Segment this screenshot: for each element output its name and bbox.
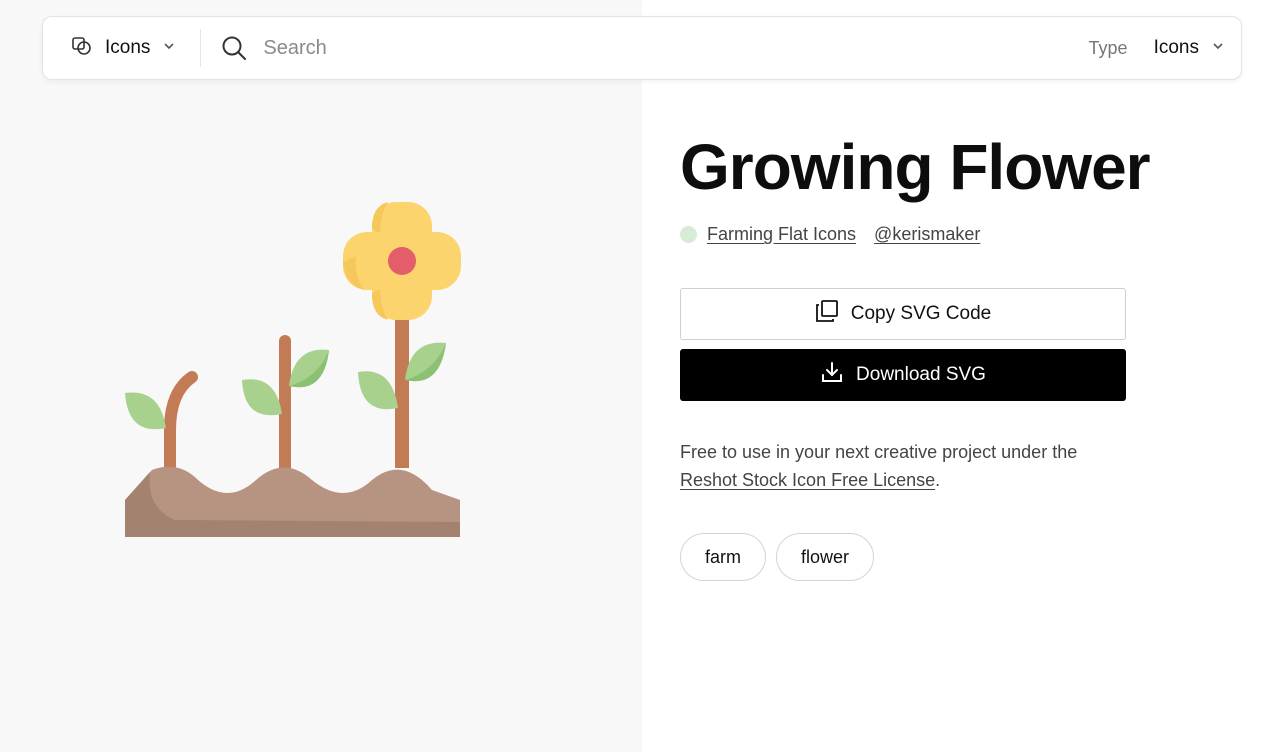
search-icon <box>221 35 247 61</box>
icon-title: Growing Flower <box>680 131 1151 203</box>
download-svg-label: Download SVG <box>856 364 986 385</box>
tag-list: farm flower <box>680 533 884 581</box>
copy-svg-label: Copy SVG Code <box>850 303 992 324</box>
copy-icon <box>815 299 851 329</box>
chevron-down-icon <box>162 39 176 58</box>
scope-label: Icons <box>105 37 151 58</box>
license-suffix: . <box>935 470 941 490</box>
tag-flower[interactable]: flower <box>776 533 875 581</box>
search-bar: Icons Type Icons <box>42 16 1242 80</box>
chevron-down-icon <box>1211 39 1225 58</box>
icon-meta: Farming Flat Icons @kerismaker <box>680 224 980 245</box>
leaf-4 <box>358 371 398 410</box>
license-intro: Free to use in your next creative projec… <box>680 442 1078 462</box>
icon-set-link[interactable]: Farming Flat Icons <box>707 224 856 245</box>
license-text: Free to use in your next creative projec… <box>680 438 1140 494</box>
type-select[interactable]: Icons <box>1154 37 1225 59</box>
copy-svg-button[interactable]: Copy SVG Code <box>680 288 1126 340</box>
tag-farm[interactable]: farm <box>680 533 766 581</box>
set-color-dot <box>680 226 697 243</box>
type-value: Icons <box>1153 37 1199 58</box>
type-filter: Type Icons <box>1089 37 1241 59</box>
license-link[interactable]: Reshot Stock Icon Free License <box>680 470 935 490</box>
shapes-icon <box>71 35 93 62</box>
search-divider <box>200 29 202 67</box>
download-icon <box>820 360 856 390</box>
leaf-2 <box>242 379 282 416</box>
type-label: Type <box>1088 37 1128 58</box>
growing-flower-illustration <box>125 202 461 537</box>
search-input[interactable] <box>261 35 966 61</box>
author-link[interactable]: @kerismaker <box>874 224 980 245</box>
flower-center <box>388 247 416 275</box>
leaf-1 <box>125 392 166 430</box>
scope-select[interactable]: Icons <box>43 17 200 79</box>
sprout-stem-1 <box>164 371 198 476</box>
download-svg-button[interactable]: Download SVG <box>680 349 1126 401</box>
